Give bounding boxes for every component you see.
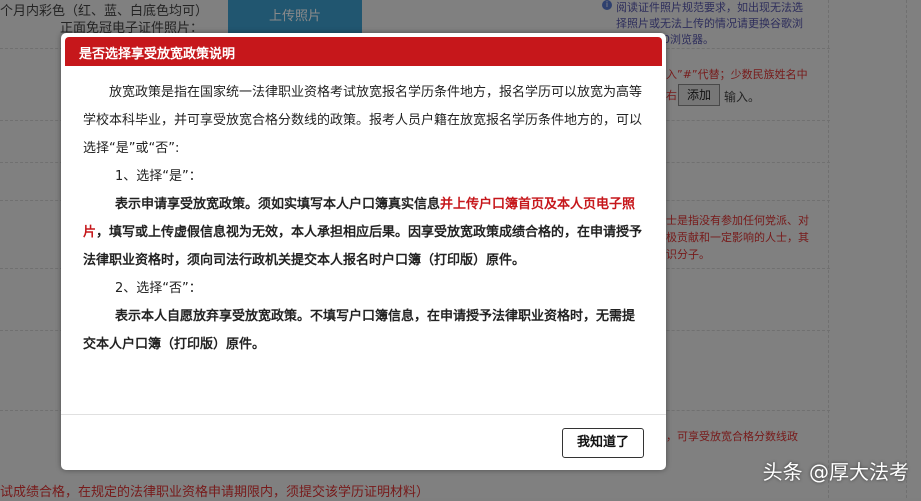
acknowledge-button[interactable]: 我知道了 [562, 428, 644, 458]
watermark: 头条 @厚大法考 [762, 460, 909, 484]
dialog-body: 放宽政策是指在国家统一法律职业资格考试放宽报名学历条件地方，报名学历可以放宽为高… [83, 79, 643, 359]
yes-text-part1: 表示申请享受放宽政策。须如实填写本人户口簿真实信息 [115, 197, 441, 212]
option-no-label: 2、选择“否”： [115, 281, 202, 296]
dialog-title: 是否选择享受放宽政策说明 [79, 47, 236, 62]
option-yes-label: 1、选择“是”： [115, 169, 202, 184]
option-yes-description: 表示申请享受放宽政策。须如实填写本人户口簿真实信息并上传户口簿首页及本人页电子照… [83, 191, 643, 275]
intro-paragraph: 放宽政策是指在国家统一法律职业资格考试放宽报名学历条件地方，报名学历可以放宽为高… [83, 85, 643, 156]
yes-text-part2: ，填写或上传虚假信息视为无效，本人承担相应后果。因享受放宽政策成绩合格的，在申请… [83, 225, 643, 268]
policy-dialog: 是否选择享受放宽政策说明 放宽政策是指在国家统一法律职业资格考试放宽报名学历条件… [61, 33, 666, 470]
option-no-description: 表示本人自愿放弃享受放宽政策。不填写户口簿信息，在申请授予法律职业资格时，无需提… [83, 309, 636, 352]
dialog-footer: 我知道了 [61, 414, 666, 458]
dialog-header: 是否选择享受放宽政策说明 [65, 37, 662, 66]
